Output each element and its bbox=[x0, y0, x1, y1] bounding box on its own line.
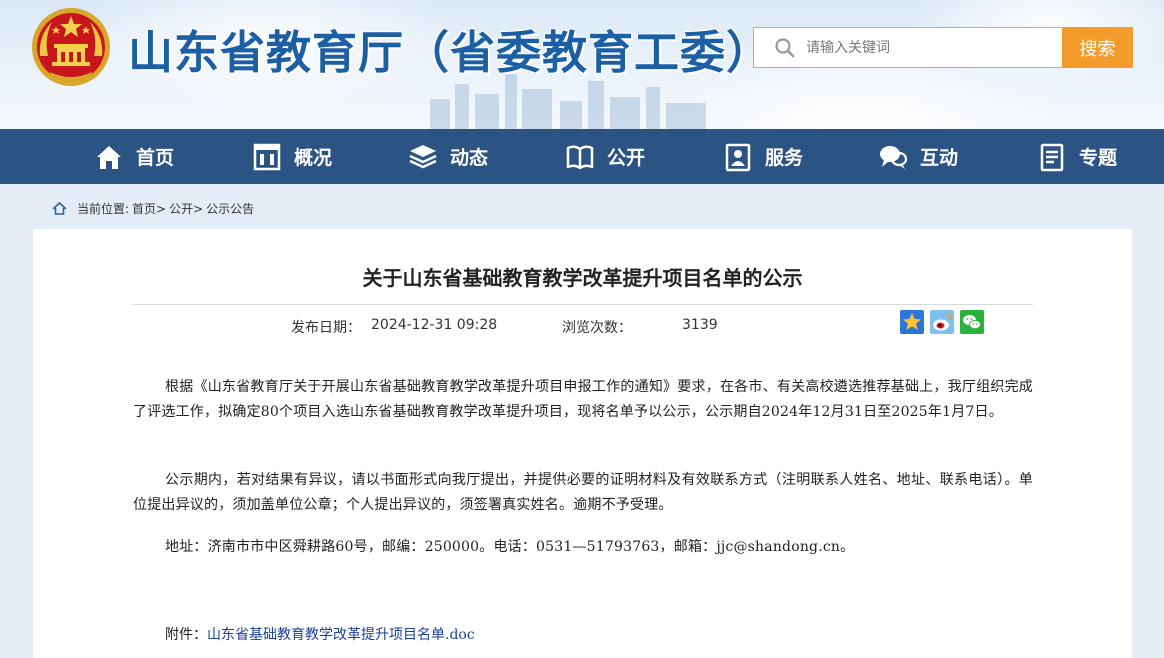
nav-item-public[interactable]: 公开 bbox=[565, 129, 645, 184]
home-icon bbox=[97, 145, 121, 169]
share-qzone-icon[interactable] bbox=[900, 310, 924, 334]
chat-icon bbox=[880, 145, 908, 169]
title-divider bbox=[133, 304, 1033, 305]
attachment-link[interactable]: 山东省基础教育教学改革提升项目名单.doc bbox=[207, 627, 475, 643]
service-icon bbox=[725, 143, 751, 171]
site-header: 山东省教育厅（省委教育工委） 搜索 bbox=[0, 0, 1164, 129]
breadcrumb: 当前位置: 首页> 公开> 公示公告 bbox=[52, 198, 257, 218]
nav-item-label: 概况 bbox=[294, 147, 333, 169]
stack-icon bbox=[409, 144, 437, 168]
nav-item-topic[interactable]: 专题 bbox=[1037, 129, 1117, 184]
article-title: 关于山东省基础教育教学改革提升项目名单的公示 bbox=[362, 266, 803, 290]
article-panel: 关于山东省基础教育教学改革提升项目名单的公示 发布日期： 2024-12-31 … bbox=[33, 229, 1132, 658]
breadcrumb-prefix: 当前位置: bbox=[77, 201, 130, 216]
nav-item-news[interactable]: 动态 bbox=[408, 129, 488, 184]
attachment: 附件：山东省基础教育教学改革提升项目名单.doc bbox=[165, 624, 475, 644]
national-emblem-icon bbox=[32, 8, 110, 86]
nav-item-label: 公开 bbox=[607, 147, 646, 169]
nav-item-label: 互动 bbox=[920, 147, 959, 169]
publish-date: 2024-12-31 09:28 bbox=[371, 317, 498, 333]
building-icon bbox=[253, 143, 281, 170]
nav-item-label: 服务 bbox=[765, 147, 804, 169]
views-count: 3139 bbox=[682, 317, 718, 333]
search-input[interactable] bbox=[806, 39, 1046, 56]
views-label: 浏览次数： bbox=[562, 320, 632, 336]
document-icon bbox=[1040, 143, 1064, 171]
nav-item-label: 动态 bbox=[450, 147, 489, 169]
attachment-label: 附件： bbox=[165, 627, 207, 643]
article-paragraph: 根据《山东省教育厅关于开展山东省基础教育教学改革提升项目申报工作的通知》要求，在… bbox=[133, 379, 1033, 420]
nav-item-label: 专题 bbox=[1079, 147, 1118, 169]
site-title: 山东省教育厅（省委教育工委） bbox=[128, 26, 773, 79]
publish-date-label: 发布日期： bbox=[291, 320, 361, 336]
share-wechat-icon[interactable] bbox=[960, 310, 984, 334]
home-small-icon bbox=[52, 201, 67, 215]
main-nav: 首页 概况 动态 公开 服务 互动 专题 bbox=[0, 129, 1164, 184]
nav-item-label: 首页 bbox=[136, 147, 175, 169]
article-paragraph: 公示期内，若对结果有异议，请以书面形式向我厅提出，并提供必要的证明材料及有效联系… bbox=[133, 472, 1033, 513]
nav-item-home[interactable]: 首页 bbox=[94, 129, 174, 184]
nav-item-overview[interactable]: 概况 bbox=[252, 129, 332, 184]
article-paragraph: 地址：济南市市中区舜耕路60号，邮编：250000。电话：0531—517937… bbox=[165, 539, 855, 555]
breadcrumb-link-announcements[interactable]: 公示公告 bbox=[206, 200, 254, 217]
search-box[interactable] bbox=[753, 27, 1063, 68]
nav-item-interact[interactable]: 互动 bbox=[878, 129, 958, 184]
book-icon bbox=[566, 144, 594, 169]
share-icons bbox=[900, 310, 984, 334]
search-icon bbox=[775, 37, 795, 57]
share-weibo-icon[interactable] bbox=[930, 310, 954, 334]
nav-item-service[interactable]: 服务 bbox=[723, 129, 803, 184]
breadcrumb-link-public[interactable]: 公开> bbox=[169, 200, 203, 217]
breadcrumb-link-home[interactable]: 首页> bbox=[132, 200, 166, 217]
search-button[interactable]: 搜索 bbox=[1062, 27, 1133, 68]
